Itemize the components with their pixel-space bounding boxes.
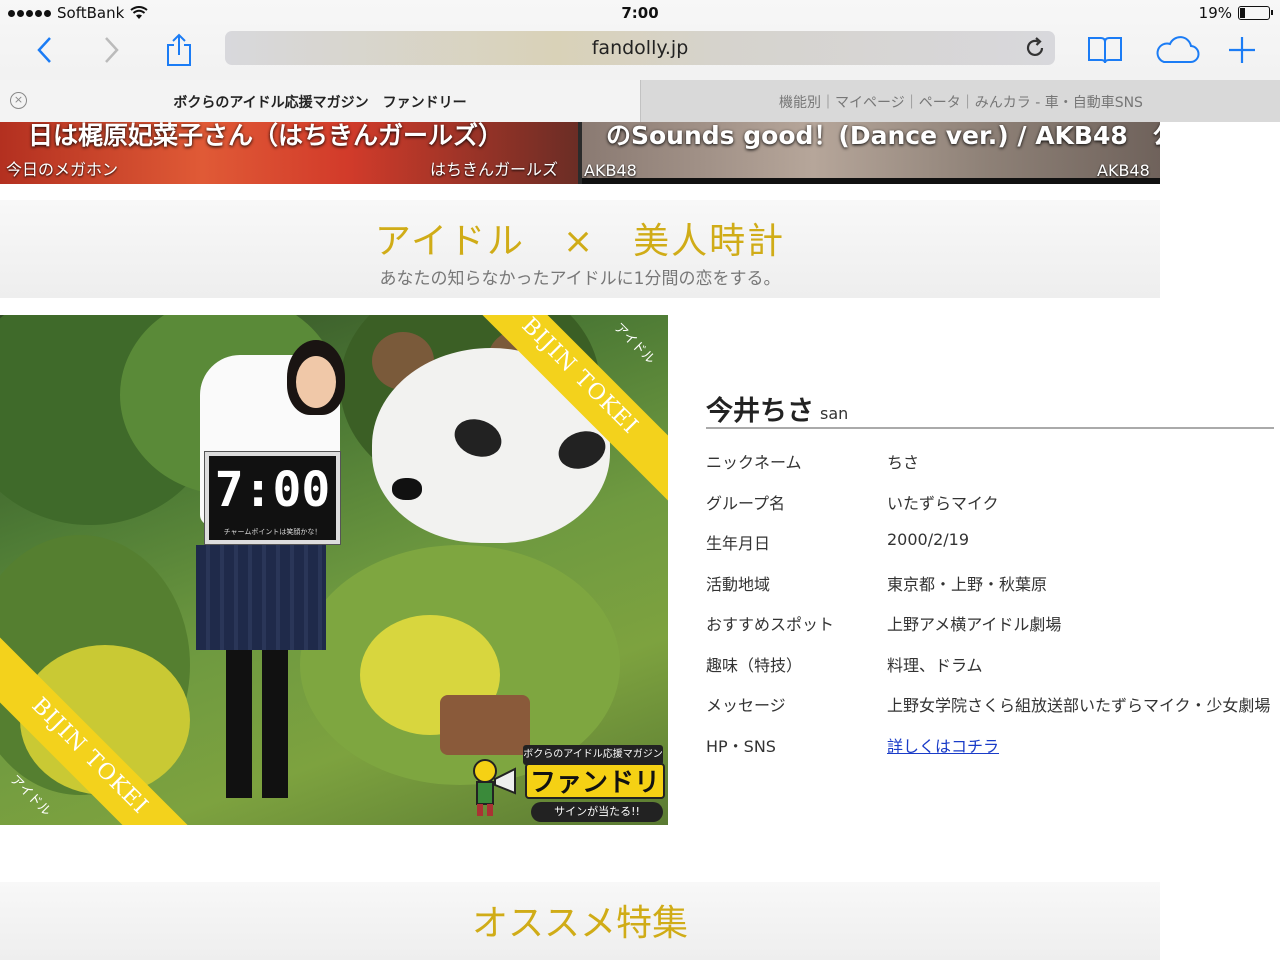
back-button[interactable]: [22, 28, 66, 72]
icloud-tabs-button[interactable]: [1152, 28, 1202, 72]
profile-row-sns: HP・SNS 詳しくはコチラ: [706, 727, 1276, 768]
field-label: おすすめスポット: [706, 615, 835, 634]
idol-honorific: san: [820, 404, 849, 423]
status-time: 7:00: [621, 4, 659, 22]
field-label: 活動地域: [706, 574, 771, 594]
url-text: fandolly.jp: [591, 37, 689, 59]
battery-info: 19%: [1198, 4, 1273, 22]
battery-percent: 19%: [1198, 4, 1232, 22]
idol-profile: 今井ちさ san ニックネーム ちさ グループ名 いたずらマイク 生年月日 2000/…: [706, 385, 1274, 756]
corner-tag: アイドル: [6, 772, 54, 820]
profile-row-birthday: 生年月日 2000/2/19: [706, 524, 1276, 565]
field-label: グループ名: [706, 493, 786, 513]
field-value: 2000/2/19: [887, 530, 970, 549]
status-bar: SoftBank 7:00 19%: [0, 0, 1280, 26]
share-button[interactable]: [157, 28, 201, 72]
logo-tagline: ボクらのアイドル応援マガジン: [523, 745, 663, 765]
tab-title: 機能別｜マイページ｜ペータ｜みんカラ - 車・自動車SNS: [779, 95, 1143, 111]
field-label: HP・SNS: [706, 736, 776, 756]
field-label: 生年月日: [706, 534, 771, 553]
forward-button[interactable]: [90, 28, 134, 72]
profile-row-message: メッセージ 上野女学院さくら組放送部いたずらマイク・少女劇場: [706, 686, 1276, 727]
section-title: アイドル × 美人時計: [374, 221, 786, 262]
field-value: ちさ: [887, 453, 920, 472]
reload-icon[interactable]: [1023, 36, 1047, 60]
field-value: 東京都・上野・秋葉原: [887, 574, 1048, 594]
field-label: メッセージ: [706, 696, 786, 715]
profile-name-row: 今井ちさ san: [706, 385, 1274, 429]
profile-row-spot: おすすめスポット 上野アメ横アイドル劇場: [706, 605, 1276, 646]
logo-wordmark: ファンドリー: [525, 763, 665, 834]
section-title: オススメ特集: [471, 903, 688, 944]
chevron-right-icon: [105, 37, 119, 63]
fandolly-logo: ボクらのアイドル応援マガジン ファンドリー サインが当たる!!: [463, 745, 668, 834]
tab-title: ボクらのアイドル応援マガジン ファンドリー: [173, 95, 467, 111]
banner-divider: [582, 178, 1160, 184]
field-label: 趣味（特技）: [706, 655, 803, 675]
field-value: 上野女学院さくら組放送部いたずらマイク・少女劇場: [887, 696, 1271, 715]
chevron-left-icon: [37, 37, 51, 63]
profile-row-nickname: ニックネーム ちさ: [706, 443, 1276, 484]
cloud-icon: [1156, 36, 1200, 63]
bookmarks-button[interactable]: [1083, 28, 1127, 72]
section-subtitle: あなたの知らなかったアイドルに1分間の恋をする。: [379, 269, 781, 289]
logo-sub: サインが当たる!!: [531, 802, 663, 822]
banner-headline: のSounds good！(Dance ver.) / AKB48 公式MV: [606, 122, 1160, 150]
banner-item[interactable]: 日は梶原妃菜子さん（はちきんガールズ） 今日のメガホン はちきんガールズ: [0, 122, 578, 184]
profile-row-hobby: 趣味（特技） 料理、ドラム: [706, 646, 1276, 687]
tab-bar: × ボクらのアイドル応援マガジン ファンドリー 機能別｜マイページ｜ペータ｜みん…: [0, 80, 1280, 122]
news-banner: 日は梶原妃菜子さん（はちきんガールズ） 今日のメガホン はちきんガールズ のSo…: [0, 122, 1160, 184]
banner-headline: 日は梶原妃菜子さん（はちきんガールズ）: [28, 122, 504, 150]
field-label: ニックネーム: [706, 453, 802, 472]
address-bar[interactable]: fandolly.jp: [225, 31, 1055, 65]
recommended-header: オススメ特集: [0, 882, 1160, 960]
tab-minkara[interactable]: 機能別｜マイページ｜ペータ｜みんカラ - 車・自動車SNS: [640, 80, 1280, 122]
profile-fields: ニックネーム ちさ グループ名 いたずらマイク 生年月日 2000/2/19 活動地域…: [706, 443, 1276, 767]
book-icon: [1088, 37, 1122, 64]
banner-category: 今日のメガホン: [6, 160, 119, 179]
banner-item[interactable]: のSounds good！(Dance ver.) / AKB48 公式MV A…: [582, 122, 1160, 184]
bijin-tokei-header: アイドル × 美人時計 あなたの知らなかったアイドルに1分間の恋をする。: [0, 200, 1160, 298]
new-tab-button[interactable]: [1220, 28, 1264, 72]
corner-tag: アイドル: [610, 320, 658, 368]
profile-row-group: グループ名 いたずらマイク: [706, 484, 1276, 525]
tab-fandolly[interactable]: × ボクらのアイドル応援マガジン ファンドリー: [0, 80, 640, 122]
plus-icon: [1229, 37, 1255, 63]
profile-row-area: 活動地域 東京都・上野・秋葉原: [706, 565, 1276, 606]
idol-name: 今井ちさ: [706, 396, 814, 427]
field-value: いたずらマイク: [887, 493, 999, 513]
field-value: 料理、ドラム: [887, 655, 983, 675]
sns-link[interactable]: 詳しくはコチラ: [887, 733, 999, 757]
mascot-megaphone-icon: [473, 759, 516, 816]
browser-chrome: SoftBank 7:00 19% fandolly.jp × ボクらのアイドル…: [0, 0, 1280, 122]
field-value: 上野アメ横アイドル劇場: [887, 615, 1062, 634]
share-icon: [167, 33, 191, 66]
battery-icon: [1238, 6, 1273, 20]
banner-tag: はちきんガールズ: [430, 160, 559, 179]
safari-toolbar: fandolly.jp: [0, 26, 1280, 74]
